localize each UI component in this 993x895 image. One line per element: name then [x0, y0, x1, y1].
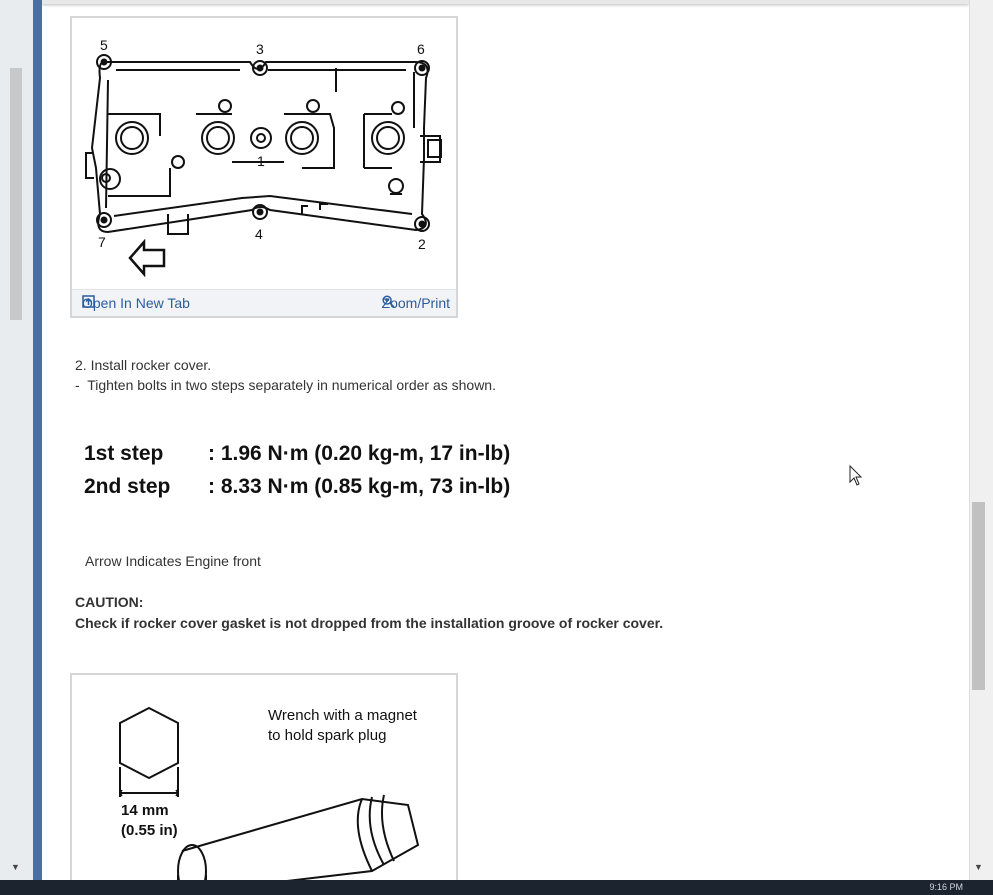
caution-text: Check if rocker cover gasket is not drop…	[75, 615, 664, 631]
callout-3: 3	[256, 41, 264, 57]
mouse-cursor-icon	[849, 465, 863, 486]
torque-step-label: 2nd step	[84, 475, 171, 498]
figure-toolbar: Open In New Tab Zoom/Print	[72, 289, 456, 316]
wrench-illustration: Wrench with a magnet to hold spark plug …	[119, 706, 420, 880]
torque-step-value: : 1.96 N·m (0.20 kg-m, 17 in-lb)	[208, 442, 511, 465]
torque-spec-row-2: 2nd step : 8.33 N·m (0.85 kg-m, 73 in-lb)	[84, 475, 510, 499]
callout-7: 7	[98, 234, 106, 250]
caution-title: CAUTION:	[75, 594, 144, 610]
left-panel: ▼	[0, 0, 33, 880]
arrow-note-text: Arrow Indicates Engine front	[85, 553, 261, 569]
left-window-border	[33, 0, 42, 880]
rocker-cover-diagram: 5 3 6 1 7 4 2 Open In New Tab Zoom/Print	[70, 16, 458, 318]
open-new-tab-icon	[82, 295, 95, 308]
scroll-down-icon[interactable]: ▼	[974, 862, 983, 872]
tighten-instruction-text: - Tighten bolts in two steps separately …	[75, 377, 496, 393]
zoom-icon	[381, 295, 395, 308]
torque-step-label: 1st step	[84, 442, 164, 465]
scrollbar-thumb[interactable]	[972, 502, 985, 690]
callout-5: 5	[100, 37, 108, 53]
open-in-new-tab-label: Open In New Tab	[82, 295, 190, 311]
top-divider	[42, 0, 969, 4]
taskbar-clock: 9:16 PM	[929, 882, 963, 892]
install-step-text: 2. Install rocker cover.	[75, 357, 212, 373]
open-in-new-tab-button[interactable]: Open In New Tab	[82, 295, 190, 311]
callout-1: 1	[257, 153, 265, 169]
rocker-cover-illustration: 5 3 6 1 7 4 2	[85, 37, 442, 278]
left-scrollbar-thumb[interactable]	[10, 68, 22, 320]
callout-2: 2	[418, 236, 426, 252]
torque-step-value: : 8.33 N·m (0.85 kg-m, 73 in-lb)	[208, 475, 511, 498]
vertical-scrollbar[interactable]: ▼	[969, 0, 993, 880]
spark-plug-wrench-diagram: Wrench with a magnet to hold spark plug …	[70, 673, 458, 880]
callout-4: 4	[255, 226, 263, 242]
wrench-size-in: (0.55 in)	[121, 822, 178, 839]
wrench-caption-line-1: Wrench with a magnet	[268, 707, 418, 724]
taskbar: 9:16 PM	[0, 880, 993, 895]
zoom-print-button[interactable]: Zoom/Print	[382, 295, 450, 311]
callout-6: 6	[417, 41, 425, 57]
left-scroll-down-icon[interactable]: ▼	[11, 862, 20, 872]
torque-spec-row-1: 1st step : 1.96 N·m (0.20 kg-m, 17 in-lb)	[84, 442, 510, 466]
document-content: 5 3 6 1 7 4 2 Open In New Tab Zoom/Print…	[42, 0, 969, 880]
wrench-caption-line-2: to hold spark plug	[268, 727, 386, 744]
wrench-size-mm: 14 mm	[121, 802, 169, 819]
